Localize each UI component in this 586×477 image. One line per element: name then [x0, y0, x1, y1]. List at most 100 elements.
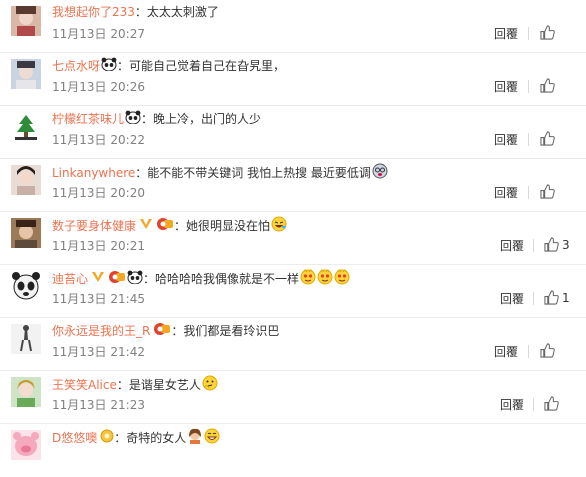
- fan-badge-icon: [108, 270, 126, 288]
- commenter-name[interactable]: 柠檬红茶味儿: [52, 111, 124, 127]
- colon: ：: [117, 59, 130, 73]
- avatar[interactable]: [11, 59, 41, 89]
- thumbs-up-icon: [540, 343, 555, 358]
- vip-badge-icon: [91, 271, 105, 287]
- comment-row: Linkanywhere ： 能不能不带关键词 我怕上热搜 最近要低调 11月1…: [0, 159, 586, 212]
- reply-button[interactable]: 回覆: [494, 345, 518, 359]
- avatar[interactable]: [11, 430, 41, 460]
- commenter-name[interactable]: 七点水呀: [52, 58, 100, 74]
- comment-text: 太太太刺激了: [146, 5, 219, 19]
- comment-timestamp: 11月13日 20:26: [52, 80, 145, 94]
- commenter-name[interactable]: Linkanywhere: [52, 165, 135, 181]
- comment-timestamp: 11月13日 21:23: [52, 398, 145, 412]
- fan-badge-icon: [153, 322, 171, 340]
- thumbs-up-icon: [540, 131, 555, 146]
- avatar[interactable]: [11, 112, 41, 142]
- colon: ：: [171, 324, 184, 338]
- thumbs-up-icon: [540, 25, 555, 40]
- reply-button[interactable]: 回覆: [494, 186, 518, 200]
- comment-timestamp: 11月13日 20:21: [52, 239, 145, 253]
- panda-icon: [127, 270, 143, 288]
- like-button[interactable]: [540, 184, 558, 199]
- comment-text: 奇特的女人: [126, 431, 187, 445]
- divider: [528, 80, 529, 93]
- comment-text: 我们都是看玲识巴: [183, 324, 280, 338]
- divider: [528, 27, 529, 40]
- avatar[interactable]: [11, 165, 41, 195]
- comment-row: 七点水呀 ： 可能自己觉着自己在旮旯里， 11月13日 20:26 回覆: [0, 53, 586, 106]
- commenter-name[interactable]: 我想起你了233: [52, 4, 135, 20]
- comment-row: 迪苔心 ： 哈哈哈哈我偶像就是不一样 11月13日 21:45 回覆 1: [0, 265, 586, 318]
- comment-text: 能不能不带关键词 我怕上热搜 最近要低调: [147, 166, 371, 180]
- avatar[interactable]: [11, 271, 41, 301]
- commenter-name[interactable]: 迪苔心: [52, 271, 88, 287]
- avatar[interactable]: [11, 218, 41, 248]
- colon: ：: [135, 166, 148, 180]
- comment-row: 柠檬红茶味儿 ： 晚上冷，出门的人少 11月13日 20:22 回覆: [0, 106, 586, 159]
- thinking-face-icon: [202, 375, 218, 395]
- thumbs-up-icon: [540, 78, 555, 93]
- comment-timestamp: 11月13日 21:42: [52, 345, 145, 359]
- colon: ：: [114, 431, 127, 445]
- like-button[interactable]: [540, 343, 558, 358]
- commenter-name[interactable]: 你永远是我的王_R: [52, 323, 150, 339]
- reply-button[interactable]: 回覆: [500, 398, 524, 412]
- commenter-name[interactable]: 王笑笑Alice: [52, 377, 117, 393]
- divider: [533, 239, 534, 252]
- fan-badge-icon: [156, 217, 174, 235]
- comment-row: 你永远是我的王_R ： 我们都是看玲识巴 11月13日 21:42 回覆: [0, 318, 586, 371]
- avatar[interactable]: [11, 6, 41, 36]
- avatar[interactable]: [11, 377, 41, 407]
- divider: [528, 186, 529, 199]
- divider: [533, 398, 534, 411]
- thumbs-up-icon: [544, 396, 559, 411]
- comment-text: 晚上冷，出门的人少: [153, 112, 262, 126]
- panda-icon: [101, 57, 117, 75]
- thumbs-up-icon: [540, 184, 555, 199]
- gold-badge-icon: [100, 429, 114, 447]
- like-button[interactable]: 3: [544, 237, 570, 252]
- divider: [528, 345, 529, 358]
- colon: ：: [141, 112, 154, 126]
- like-button[interactable]: [540, 131, 558, 146]
- like-button[interactable]: [540, 25, 558, 40]
- reply-button[interactable]: 回覆: [494, 80, 518, 94]
- thumbs-up-icon: [544, 290, 559, 305]
- like-count: 3: [562, 237, 570, 252]
- comment-row: 王笑笑Alice ： 是谐星女艺人 11月13日 21:23 回覆: [0, 371, 586, 424]
- commenter-name[interactable]: D悠悠噢: [52, 430, 97, 446]
- comment-timestamp: 11月13日 20:20: [52, 186, 145, 200]
- comment-text: 可能自己觉着自己在旮旯里，: [129, 59, 286, 73]
- comment-timestamp: 11月13日 20:27: [52, 27, 145, 41]
- reply-button[interactable]: 回覆: [500, 292, 524, 306]
- comment-text: 哈哈哈哈我偶像就是不一样: [155, 272, 300, 286]
- colon: ：: [174, 219, 187, 233]
- heart-eyes-icon: [317, 269, 333, 289]
- heart-eyes-icon: [334, 269, 350, 289]
- reply-button[interactable]: 回覆: [494, 133, 518, 147]
- comment-row: D悠悠噢 ： 奇特的女人: [0, 424, 586, 477]
- avatar[interactable]: [11, 324, 41, 354]
- like-button[interactable]: [544, 396, 562, 411]
- dizzy-face-icon: [372, 163, 388, 183]
- panda-icon: [125, 110, 141, 128]
- like-count: 1: [562, 290, 570, 305]
- like-button[interactable]: [540, 78, 558, 93]
- comment-timestamp: 11月13日 21:45: [52, 292, 145, 306]
- colon: ：: [143, 272, 156, 286]
- commenter-name[interactable]: 数子要身体健康: [52, 218, 136, 234]
- heart-eyes-icon: [300, 269, 316, 289]
- vip-badge-icon: [139, 218, 153, 234]
- reply-button[interactable]: 回覆: [500, 239, 524, 253]
- comment-timestamp: 11月13日 20:22: [52, 133, 145, 147]
- divider: [533, 292, 534, 305]
- grinning-face-icon: [204, 428, 220, 448]
- colon: ：: [116, 378, 129, 392]
- comment-text: 她很明显没在怕: [186, 219, 271, 233]
- thumbs-up-icon: [544, 237, 559, 252]
- comment-row: 我想起你了233 ： 太太太刺激了 11月13日 20:27 回覆: [0, 0, 586, 53]
- like-button[interactable]: 1: [544, 290, 570, 305]
- comment-text: 是谐星女艺人: [128, 378, 201, 392]
- reply-button[interactable]: 回覆: [494, 27, 518, 41]
- comment-row: 数子要身体健康 ： 她很明显没在怕 11月13日 20:21 回覆 3: [0, 212, 586, 265]
